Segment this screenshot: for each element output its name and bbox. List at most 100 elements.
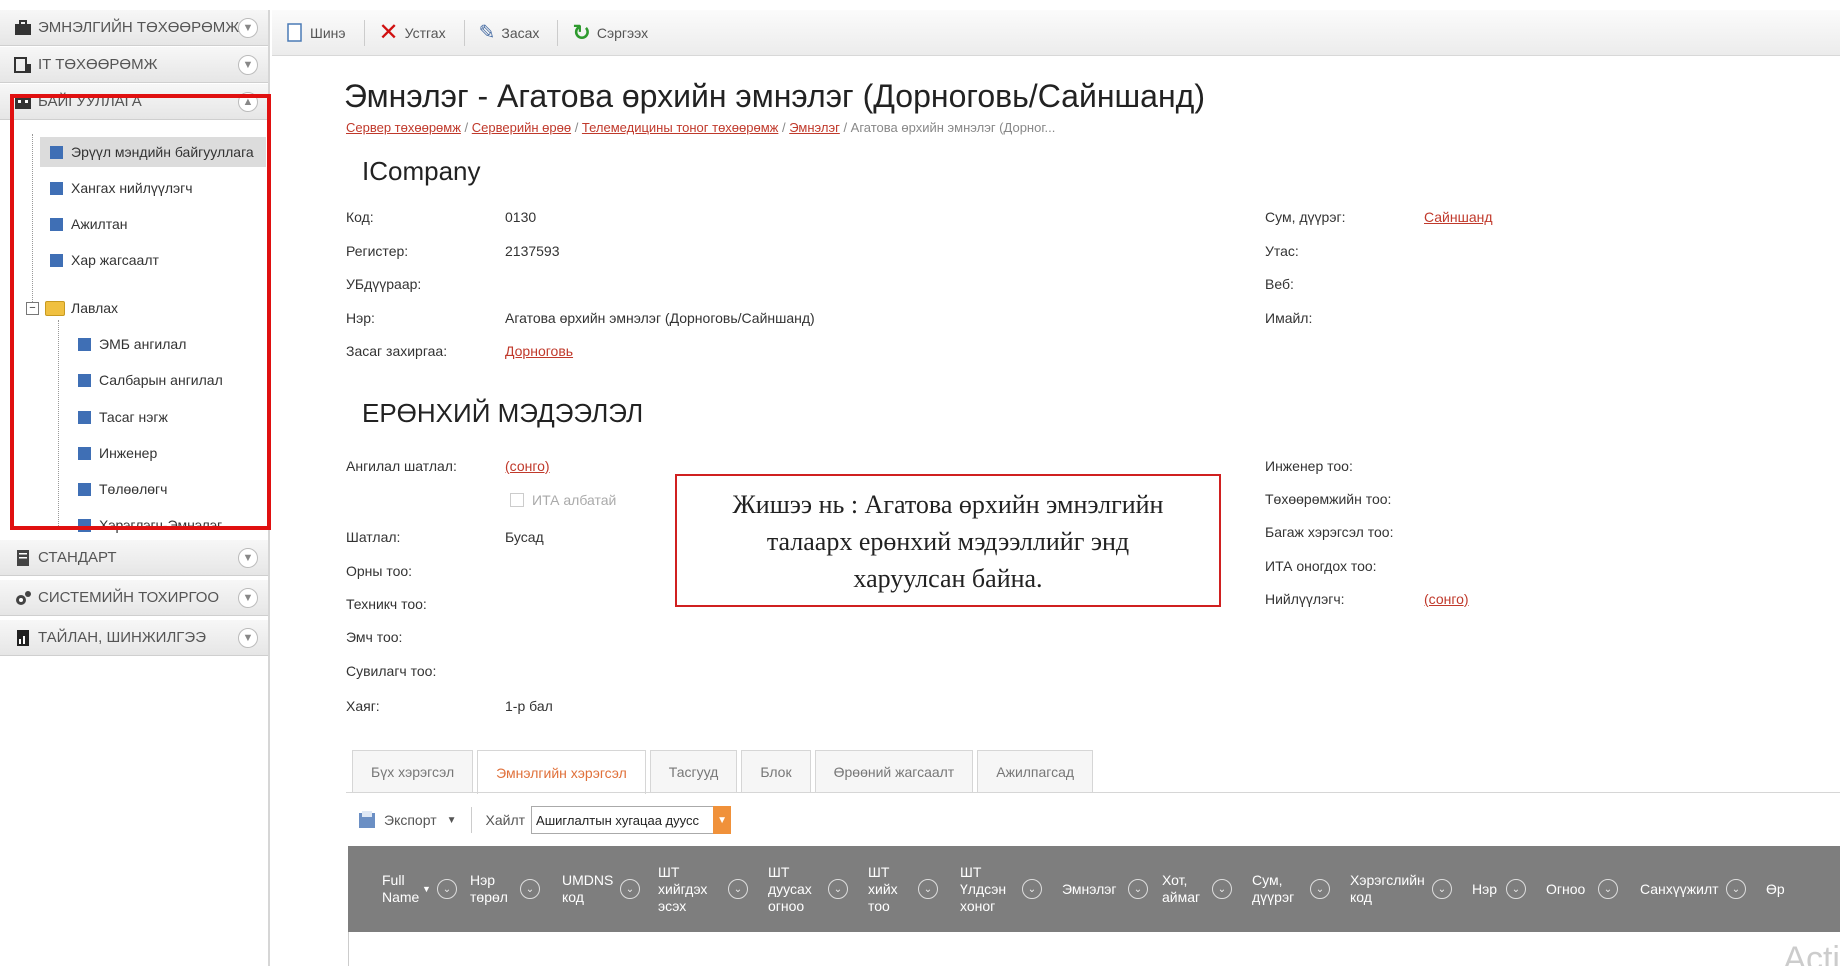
tab-bar: Бүх хэрэгсэл Эмнэлгийн хэрэгсэл Тасгууд … (352, 750, 1097, 794)
register-label: Регистер: (346, 243, 409, 259)
column-menu-icon[interactable]: ⌄ (436, 879, 457, 899)
chevron-down-icon[interactable]: ▼ (238, 55, 258, 75)
chevron-down-icon[interactable]: ▼ (238, 628, 258, 648)
checkbox-box[interactable] (510, 493, 524, 507)
callout-line: харуулсан байна. (853, 564, 1043, 593)
sidebar-section-it-devices[interactable]: IT ТӨХӨӨРӨМЖ ▼ (0, 47, 268, 83)
column-header[interactable]: Санхүүжилт ⌄ (1630, 846, 1756, 932)
column-menu-icon[interactable]: ⌄ (1506, 879, 1526, 899)
column-title: Нэр (1472, 880, 1498, 897)
column-header[interactable]: Эмнэлэг ⌄ (1052, 846, 1152, 932)
edit-button-label: Засах (501, 24, 540, 41)
column-menu-icon[interactable]: ⌄ (1726, 879, 1746, 899)
tab-medical-equipment[interactable]: Эмнэлгийн хэрэгсэл (477, 750, 646, 794)
tab-all-equipment[interactable]: Бүх хэрэгсэл (352, 750, 474, 792)
column-header[interactable]: Огноо ⌄ (1536, 846, 1630, 932)
column-header[interactable]: Өр (1756, 846, 1790, 932)
supplier-select-link[interactable]: (сонго) (1424, 591, 1469, 607)
column-title: ШТ Үлдсэн хоног (960, 863, 1007, 914)
sum-link[interactable]: Сайншанд (1424, 209, 1493, 225)
column-menu-icon[interactable]: ⌄ (1598, 879, 1618, 899)
gov-link[interactable]: Дорноговь (505, 343, 573, 359)
refresh-button[interactable]: ↻ Сэргээх (572, 20, 648, 46)
section-title-company: ICompany (362, 156, 481, 186)
sum-label: Сум, дүүрэг: (1265, 209, 1346, 225)
sort-icon[interactable]: ▼ (422, 881, 431, 898)
briefcase-icon (14, 19, 32, 37)
highlight-frame (10, 94, 271, 530)
new-button[interactable]: Шинэ (286, 22, 346, 43)
sidebar-section-standard[interactable]: СТАНДАРТ ▼ (0, 540, 268, 576)
breadcrumb: Сервер төхөөрөмж / Серверийн өрөө / Теле… (346, 120, 1056, 135)
column-menu-icon[interactable]: ⌄ (1310, 879, 1330, 899)
sidebar-section-label: ЭМНЭЛГИЙН ТӨХӨӨРӨМЖ (38, 19, 240, 36)
column-menu-icon[interactable]: ⌄ (620, 879, 640, 899)
address-value: 1-р бал (505, 698, 553, 714)
column-header[interactable]: Сум, дүүрэг ⌄ (1242, 846, 1340, 932)
nurse-label: Сувилагч тоо: (346, 663, 437, 679)
column-title: Full Name (382, 872, 420, 905)
sidebar-section-system-settings[interactable]: СИСТЕМИЙН ТОХИРГОО ▼ (0, 580, 268, 616)
column-header[interactable]: Нэр ⌄ (1462, 846, 1536, 932)
breadcrumb-link[interactable]: Эмнэлэг (789, 120, 840, 135)
column-menu-icon[interactable]: ⌄ (918, 879, 938, 899)
tab-staff[interactable]: Ажилпагсад (977, 750, 1094, 792)
column-header[interactable]: ШТ Үлдсэн хоног ⌄ (950, 846, 1052, 932)
grid-toolbar: Экспорт ▼ Хайлт Ашиглалтын хугацаа дуусс… (346, 800, 1840, 840)
tab-room-list[interactable]: Өрөөний жагсаалт (814, 750, 974, 792)
breadcrumb-link[interactable]: Серверийн өрөө (472, 120, 571, 135)
edit-button[interactable]: ✎ Засах (479, 20, 540, 45)
column-header[interactable]: Full Name ▼ ⌄ (348, 846, 460, 932)
name-label: Нэр: (346, 310, 375, 326)
column-header[interactable]: ШТ дуусах огноо ⌄ (758, 846, 858, 932)
sidebar-section-medical-devices[interactable]: ЭМНЭЛГИЙН ТӨХӨӨРӨМЖ ▼ (0, 10, 268, 46)
tab-block[interactable]: Блок (741, 750, 811, 792)
beds-label: Орны тоо: (346, 563, 413, 579)
column-title: ШТ хийх тоо (868, 863, 898, 914)
refresh-icon: ↻ (572, 19, 591, 45)
column-menu-icon[interactable]: ⌄ (1022, 879, 1042, 899)
column-menu-icon[interactable]: ⌄ (520, 879, 540, 899)
dropdown-arrow-icon[interactable]: ▼ (713, 806, 732, 834)
sidebar-section-label: СТАНДАРТ (38, 549, 117, 566)
callout-line: талаарх ерөнхий мэдээллийг энд (766, 527, 1130, 556)
breadcrumb-link[interactable]: Телемедицины тоног төхөөрөмж (582, 120, 778, 135)
device-count-label: Төхөөрөмжийн тоо: (1265, 491, 1392, 507)
column-header[interactable]: Хэрэгслийн код ⌄ (1340, 846, 1462, 932)
supplier-label: Нийлүүлэгч: (1265, 591, 1345, 607)
phone-label: Утас: (1265, 243, 1299, 259)
chevron-down-icon[interactable]: ▼ (238, 588, 258, 608)
sidebar-section-reports[interactable]: ТАЙЛАН, ШИНЖИЛГЭЭ ▼ (0, 620, 268, 656)
gear-icon (14, 589, 32, 607)
column-header[interactable]: UMDNS код ⌄ (552, 846, 648, 932)
column-title: Сум, дүүрэг (1252, 872, 1295, 905)
chevron-down-icon[interactable]: ▼ (238, 18, 258, 38)
breadcrumb-link[interactable]: Сервер төхөөрөмж (346, 120, 461, 135)
search-filter-select[interactable]: Ашиглалтын хугацаа дуусс ▼ (531, 806, 732, 834)
new-button-label: Шинэ (310, 24, 346, 41)
column-menu-icon[interactable]: ⌄ (728, 879, 748, 899)
toolbar: Шинэ ✕ Устгах ✎ Засах ↻ Сэргээх (272, 10, 1840, 56)
export-button[interactable]: Экспорт ▼ (358, 810, 457, 830)
class-select-link[interactable]: (сонго) (505, 458, 550, 474)
export-label: Экспорт (384, 812, 437, 828)
column-title: Хот, аймаг (1162, 872, 1201, 905)
column-menu-icon[interactable]: ⌄ (1432, 879, 1452, 899)
delete-button[interactable]: ✕ Устгах (379, 18, 446, 47)
chevron-down-icon[interactable]: ▼ (238, 548, 258, 568)
ita-checkbox[interactable]: ИТА албатай (510, 492, 616, 508)
column-menu-icon[interactable]: ⌄ (1128, 879, 1148, 899)
caret-down-icon[interactable]: ▼ (447, 815, 457, 826)
column-header[interactable]: ШТ хийгдэх эсэх ⌄ (648, 846, 758, 932)
column-menu-icon[interactable]: ⌄ (828, 879, 848, 899)
column-menu-icon[interactable]: ⌄ (1212, 879, 1232, 899)
new-document-icon (287, 22, 302, 42)
column-header[interactable]: Нэр төрөл ⌄ (460, 846, 552, 932)
column-header[interactable]: Хот, аймаг ⌄ (1152, 846, 1242, 932)
tab-departments[interactable]: Тасгууд (649, 750, 738, 792)
code-value: 0130 (505, 209, 537, 225)
activation-watermark: Acti (1783, 940, 1840, 966)
address-label: Хаяг: (346, 698, 380, 714)
column-title: Эмнэлэг (1062, 880, 1117, 897)
column-header[interactable]: ШТ хийх тоо ⌄ (858, 846, 950, 932)
